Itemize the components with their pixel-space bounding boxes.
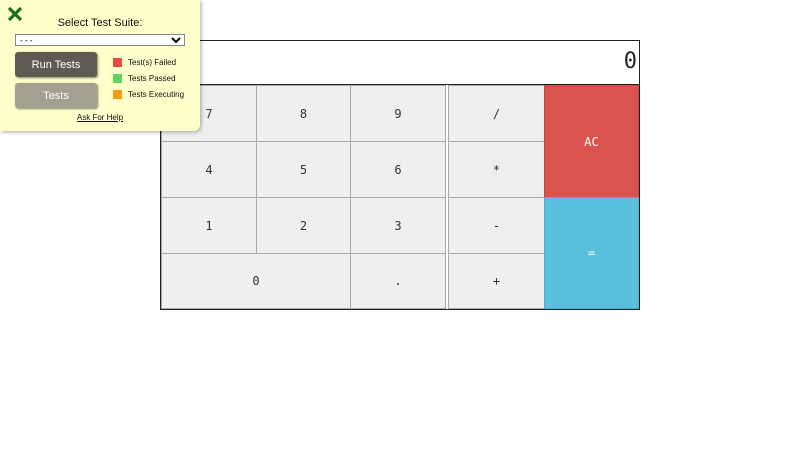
legend-executing-label: Tests Executing <box>128 89 185 99</box>
key-subtract[interactable]: - <box>448 197 545 254</box>
key-one[interactable]: 1 <box>161 197 257 254</box>
key-three[interactable]: 3 <box>350 197 446 254</box>
executing-swatch-icon <box>113 89 122 99</box>
run-tests-button[interactable]: Run Tests <box>15 52 97 77</box>
key-multiply[interactable]: * <box>448 141 545 198</box>
legend-executing: Tests Executing <box>113 88 184 100</box>
key-zero[interactable]: 0 <box>161 253 351 309</box>
key-two[interactable]: 2 <box>256 197 351 254</box>
key-six[interactable]: 6 <box>350 141 446 198</box>
key-decimal[interactable]: . <box>350 253 446 309</box>
calculator: 0 7 8 9 / 4 5 6 * 1 2 3 - 0 . + AC = <box>160 40 640 310</box>
passed-swatch-icon <box>113 73 122 83</box>
ask-for-help-link[interactable]: Ask For Help <box>0 113 200 122</box>
key-eight[interactable]: 8 <box>256 85 351 142</box>
key-five[interactable]: 5 <box>256 141 351 198</box>
clear-button[interactable]: AC <box>544 85 639 198</box>
legend-passed: Tests Passed <box>113 72 176 84</box>
key-add[interactable]: + <box>448 253 545 309</box>
key-nine[interactable]: 9 <box>350 85 446 142</box>
display-value: 0 <box>623 49 637 74</box>
panel-title: Select Test Suite: <box>57 17 143 29</box>
tests-button[interactable]: Tests <box>15 83 97 108</box>
legend-failed: Test(s) Failed <box>113 56 176 68</box>
legend-passed-label: Tests Passed <box>128 73 176 83</box>
test-suite-panel: Select Test Suite: - - - Run Tests Tests… <box>0 0 200 131</box>
key-divide[interactable]: / <box>448 85 545 142</box>
test-suite-select[interactable]: - - - <box>15 34 185 46</box>
legend-failed-label: Test(s) Failed <box>128 57 177 67</box>
failed-swatch-icon <box>113 57 122 67</box>
calculator-display: 0 <box>161 41 639 85</box>
equals-button[interactable]: = <box>544 197 639 309</box>
key-four[interactable]: 4 <box>161 141 257 198</box>
